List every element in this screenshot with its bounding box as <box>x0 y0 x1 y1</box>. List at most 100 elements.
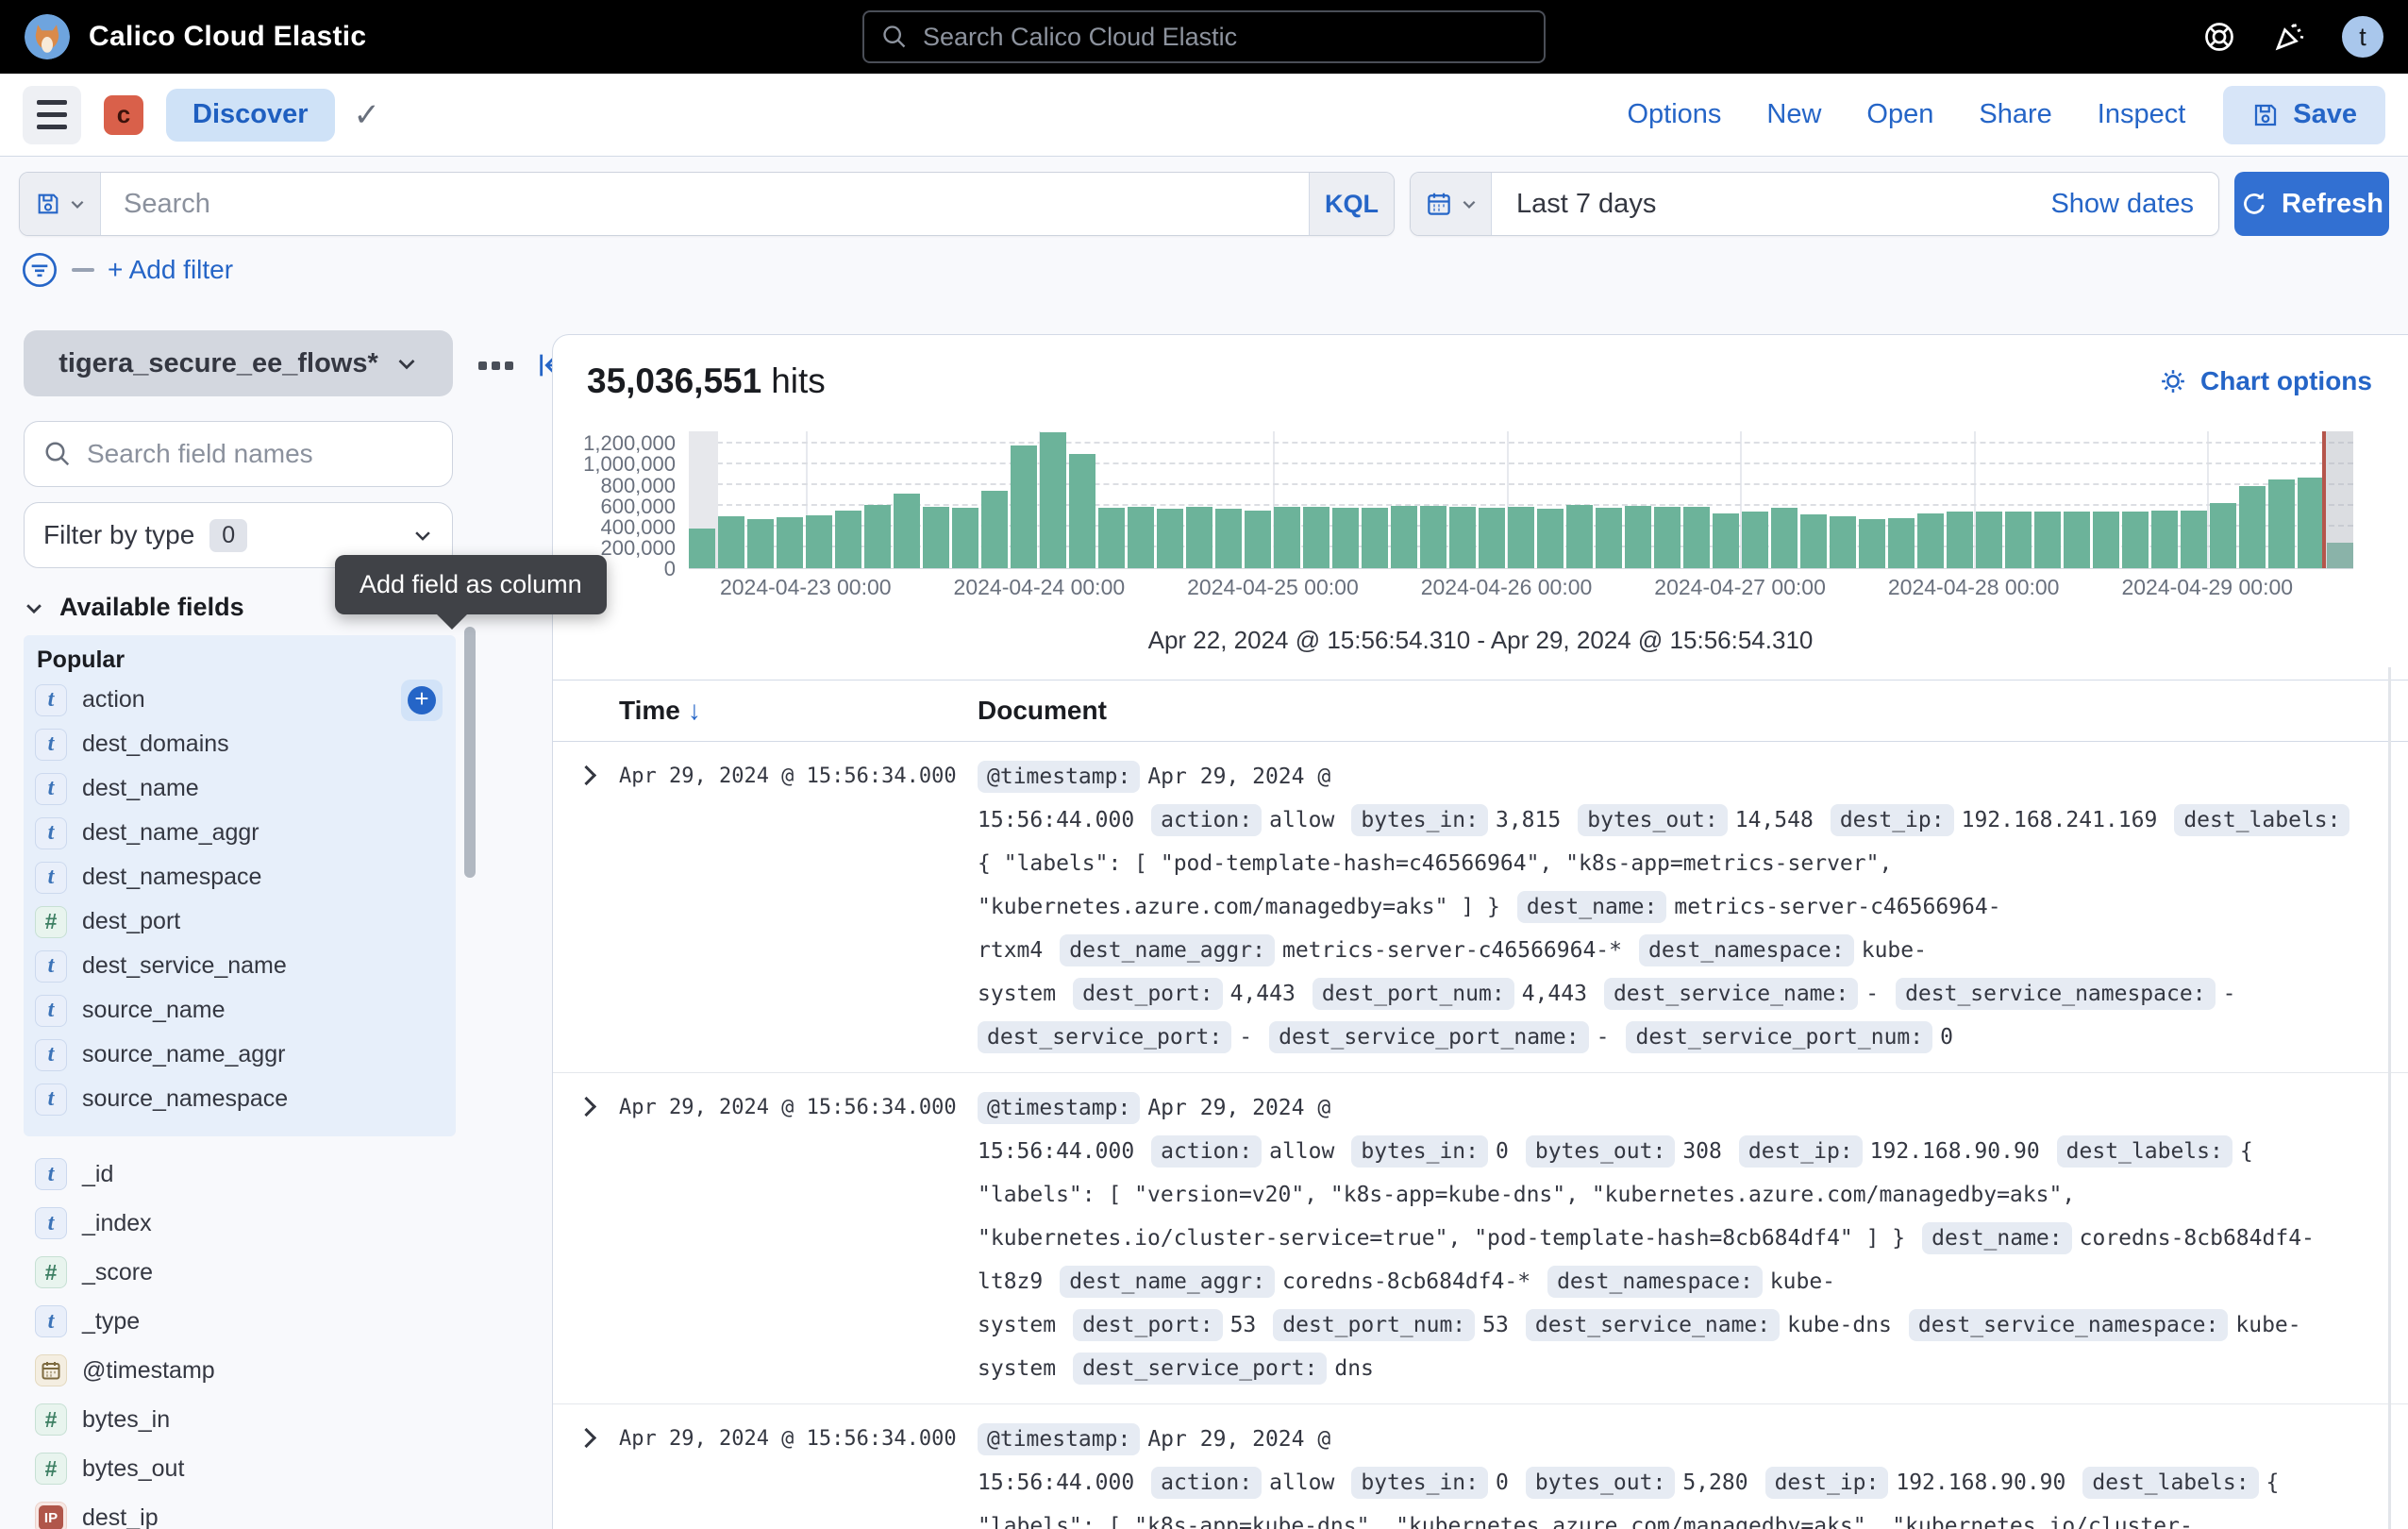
histogram-bar[interactable] <box>1069 454 1095 568</box>
refresh-button[interactable]: Refresh <box>2234 172 2389 236</box>
histogram-bar[interactable] <box>1303 507 1329 568</box>
breadcrumb[interactable]: Discover <box>166 89 335 142</box>
histogram-bar[interactable] <box>1800 514 1827 568</box>
histogram-bar[interactable] <box>1596 508 1622 568</box>
expand-row-button[interactable] <box>553 755 619 782</box>
histogram-bar[interactable] <box>2239 486 2266 568</box>
field-item-_id[interactable]: t_id <box>24 1150 456 1199</box>
field-item-dest_name_aggr[interactable]: tdest_name_aggr <box>24 811 456 855</box>
histogram-bar[interactable] <box>1771 508 1798 568</box>
time-column-header[interactable]: Time↓ <box>619 696 978 726</box>
histogram-bar[interactable] <box>1508 507 1534 568</box>
table-scrollbar[interactable] <box>2388 667 2391 1529</box>
query-input[interactable]: Search <box>101 173 1309 235</box>
nav-link-open[interactable]: Open <box>1866 99 1933 130</box>
field-item-source_name_aggr[interactable]: tsource_name_aggr <box>24 1033 456 1077</box>
histogram-bar[interactable] <box>1362 508 1388 568</box>
histogram-bar[interactable] <box>1625 506 1651 568</box>
nav-link-share[interactable]: Share <box>1979 99 2051 130</box>
histogram-bar[interactable] <box>894 494 920 568</box>
histogram-bar[interactable] <box>1479 508 1505 568</box>
histogram-bar[interactable] <box>1830 516 1856 568</box>
field-search-input[interactable]: Search field names <box>24 421 453 487</box>
histogram-bar[interactable] <box>1332 508 1359 568</box>
save-button[interactable]: Save <box>2223 86 2385 144</box>
histogram-bar[interactable] <box>2034 512 2061 568</box>
histogram-bar[interactable] <box>2181 511 2207 569</box>
time-range-value[interactable]: Last 7 days <box>1516 189 1656 220</box>
filter-icon[interactable] <box>21 251 59 289</box>
histogram-bar[interactable] <box>1274 507 1300 568</box>
histogram-bar[interactable] <box>2298 478 2324 568</box>
field-item-_score[interactable]: #_score <box>24 1248 456 1297</box>
histogram-bar[interactable] <box>1186 507 1212 568</box>
histogram-bar[interactable] <box>1245 511 1271 569</box>
field-item-dest_service_name[interactable]: tdest_service_name <box>24 944 456 988</box>
histogram-bar[interactable] <box>777 517 803 568</box>
histogram-bar[interactable] <box>1654 507 1681 568</box>
histogram-bar[interactable] <box>689 529 715 568</box>
sort-desc-icon[interactable]: ↓ <box>688 696 701 725</box>
field-item-dest_name[interactable]: tdest_name <box>24 766 456 811</box>
histogram-bar[interactable] <box>806 515 832 568</box>
field-item-bytes_out[interactable]: #bytes_out <box>24 1444 456 1493</box>
histogram-bar[interactable] <box>2093 512 2119 568</box>
field-item-dest_port[interactable]: #dest_port <box>24 899 456 944</box>
histogram-bar[interactable] <box>1683 507 1710 568</box>
histogram-bar[interactable] <box>864 505 891 568</box>
nav-link-inspect[interactable]: Inspect <box>2098 99 2186 130</box>
histogram-bar[interactable] <box>2151 511 2178 568</box>
expand-row-button[interactable] <box>553 1086 619 1114</box>
field-item-@timestamp[interactable]: @timestamp <box>24 1346 456 1395</box>
histogram-bar[interactable] <box>952 508 978 568</box>
histogram-bar[interactable] <box>1566 505 1593 568</box>
histogram-bar[interactable] <box>1888 518 1915 568</box>
menu-hamburger-button[interactable] <box>23 86 81 144</box>
histogram-bar[interactable] <box>1449 507 1476 568</box>
news-party-popper-icon[interactable] <box>2272 20 2306 54</box>
chart-options-button[interactable]: Chart options <box>2159 366 2372 396</box>
user-avatar[interactable]: t <box>2342 16 2383 58</box>
histogram-bar[interactable] <box>1157 509 1183 568</box>
histogram-bar[interactable] <box>2005 512 2032 568</box>
field-item-bytes_in[interactable]: #bytes_in <box>24 1395 456 1444</box>
field-item-action[interactable]: taction+ <box>24 678 456 722</box>
histogram-bar[interactable] <box>2122 512 2149 568</box>
field-item-_index[interactable]: t_index <box>24 1199 456 1248</box>
histogram-bar[interactable] <box>1215 509 1242 568</box>
add-filter-button[interactable]: + Add filter <box>108 255 233 285</box>
space-badge[interactable]: c <box>104 95 143 135</box>
histogram-bar[interactable] <box>1947 512 1973 568</box>
global-search-input[interactable]: Search Calico Cloud Elastic <box>862 10 1546 63</box>
histogram-bar[interactable] <box>1859 519 1885 568</box>
nav-link-new[interactable]: New <box>1766 99 1821 130</box>
field-item-source_namespace[interactable]: tsource_namespace <box>24 1077 456 1121</box>
histogram-bar[interactable] <box>1713 513 1739 568</box>
histogram-bar[interactable] <box>1742 512 1768 568</box>
histogram-bar[interactable] <box>835 511 861 569</box>
add-field-as-column-button[interactable]: + <box>401 680 443 721</box>
sidebar-scrollbar[interactable] <box>464 627 476 878</box>
kql-language-button[interactable]: KQL <box>1309 173 1394 235</box>
field-item-_type[interactable]: t_type <box>24 1297 456 1346</box>
histogram-bar[interactable] <box>1391 506 1417 568</box>
histogram-bar[interactable] <box>1128 507 1154 568</box>
histogram-bar[interactable] <box>1098 508 1125 568</box>
histogram-bar[interactable] <box>2268 479 2295 568</box>
field-item-dest_ip[interactable]: IPdest_ip <box>24 1493 456 1529</box>
date-quick-menu-button[interactable] <box>1411 173 1492 235</box>
histogram-bar[interactable] <box>1537 509 1564 568</box>
histogram-bar[interactable] <box>1040 432 1066 568</box>
chart-plot-area[interactable] <box>689 431 2353 569</box>
field-item-dest_domains[interactable]: tdest_domains <box>24 722 456 766</box>
show-dates-button[interactable]: Show dates <box>2050 189 2194 220</box>
histogram-bar[interactable] <box>1976 512 2002 568</box>
field-item-source_name[interactable]: tsource_name <box>24 988 456 1033</box>
field-item-dest_namespace[interactable]: tdest_namespace <box>24 855 456 899</box>
histogram-bar[interactable] <box>718 516 744 568</box>
histogram-bar[interactable] <box>1917 513 1944 568</box>
histogram-bar[interactable] <box>923 507 949 568</box>
histogram-bar[interactable] <box>1011 445 1037 568</box>
histogram-bar[interactable] <box>2210 503 2236 568</box>
expand-row-button[interactable] <box>553 1418 619 1445</box>
